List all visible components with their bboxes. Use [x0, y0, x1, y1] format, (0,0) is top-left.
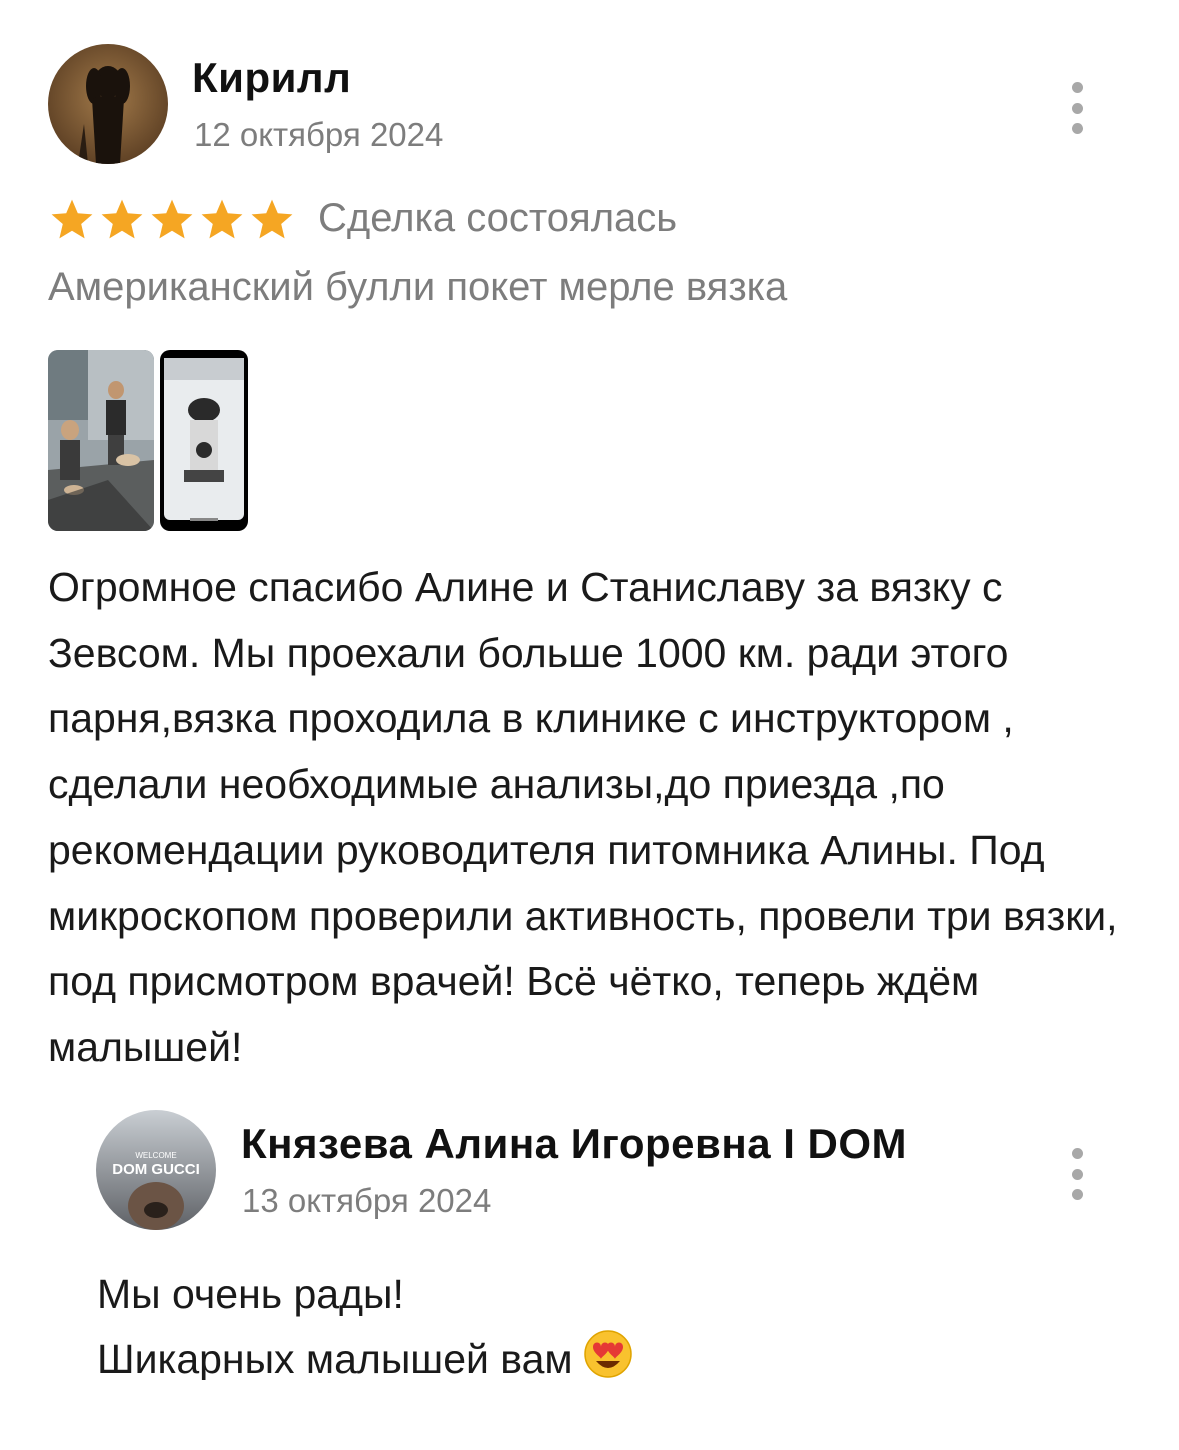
star-icon [251, 199, 293, 239]
dot-icon [1071, 1168, 1083, 1180]
dot-icon [1071, 82, 1083, 93]
deal-status: Сделка состоялась [318, 196, 678, 240]
star-icon [151, 199, 193, 239]
seller-name[interactable]: Князева Алина Игоревна I DOM [241, 1120, 907, 1168]
cropped-area [0, 1380, 1179, 1450]
reply-line-text: Шикарных малышей вам [97, 1336, 573, 1382]
reply-more-menu-button[interactable] [1062, 1148, 1092, 1200]
review-photos [48, 350, 248, 531]
dot-icon [1071, 123, 1083, 134]
reply-text: Мы очень рады! Шикарных малышей вам [97, 1262, 1097, 1392]
reply-date: 13 октября 2024 [242, 1182, 492, 1219]
review-photo-thumbnail[interactable] [48, 350, 154, 531]
seller-avatar-logo-text: DOM GUCCI [112, 1161, 200, 1178]
star-icon [51, 199, 93, 239]
seller-avatar-small-text: WELCOME [135, 1151, 176, 1160]
dot-icon [1071, 1148, 1083, 1159]
star-icon [101, 199, 143, 239]
review-more-menu-button[interactable] [1062, 82, 1092, 134]
dot-icon [1071, 1189, 1083, 1200]
review-photo-thumbnail[interactable] [160, 350, 248, 531]
heart-eyes-emoji-icon [583, 1330, 632, 1378]
rating-stars [48, 196, 296, 244]
reviewer-avatar[interactable] [48, 44, 168, 164]
dot-icon [1071, 102, 1083, 114]
review-date: 12 октября 2024 [194, 116, 444, 153]
seller-avatar[interactable]: WELCOME DOM GUCCI [96, 1110, 216, 1230]
reply-line: Мы очень рады! [97, 1271, 404, 1317]
review-text: Огромное спасибо Алине и Станиславу за в… [48, 564, 1118, 1070]
star-icon [201, 199, 243, 239]
listing-title[interactable]: Американский булли покет мерле вязка [48, 265, 787, 310]
reviewer-name[interactable]: Кирилл [192, 54, 351, 102]
